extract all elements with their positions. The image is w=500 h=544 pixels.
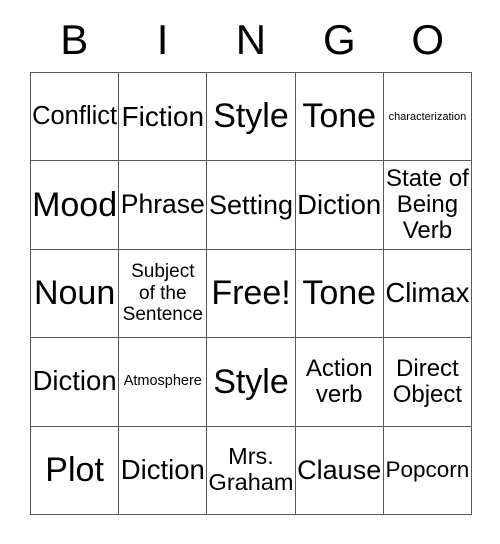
bingo-cell[interactable]: Plot — [31, 426, 120, 515]
bingo-header-letters: B I N G O — [30, 8, 472, 72]
bingo-cell-label: Style — [213, 362, 289, 401]
bingo-cell-label: Clause — [297, 455, 382, 486]
bingo-cell-label: Noun — [33, 274, 116, 313]
bingo-cell-label: Direct Object — [392, 354, 463, 408]
bingo-cell[interactable]: Tone — [295, 73, 384, 162]
header-letter-n: N — [235, 16, 267, 63]
bingo-cell[interactable]: Diction — [119, 426, 208, 515]
bingo-cell[interactable]: Mood — [31, 161, 120, 250]
header-letter-o: O — [411, 16, 445, 63]
bingo-cell-label: Mrs. Graham — [208, 443, 294, 496]
bingo-cell-label: Mood — [32, 185, 118, 224]
header-letter-i: I — [156, 16, 169, 63]
bingo-cell-label: Popcorn — [385, 457, 470, 483]
bingo-cell[interactable]: Subject of the Sentence — [119, 249, 208, 339]
bingo-cell[interactable]: Mrs. Graham — [207, 426, 296, 515]
bingo-cell[interactable]: Phrase — [119, 161, 208, 250]
bingo-cell-label: characterization — [388, 110, 467, 123]
bingo-cell-label: Climax — [385, 277, 470, 309]
bingo-cell[interactable]: Setting — [207, 161, 296, 250]
bingo-cell-label: Subject of the Sentence — [122, 260, 203, 326]
bingo-cell[interactable]: Clause — [295, 426, 384, 515]
bingo-cell-label: Tone — [302, 97, 377, 136]
bingo-cell-label: Diction — [120, 453, 205, 485]
bingo-cell-label: Atmosphere — [123, 372, 202, 389]
bingo-cell-free[interactable]: Free! — [207, 249, 296, 339]
bingo-cell-label: State of Being Verb — [386, 164, 469, 245]
bingo-cell[interactable]: Direct Object — [383, 338, 472, 427]
bingo-cell-label: Plot — [45, 450, 104, 489]
bingo-cell[interactable]: State of Being Verb — [383, 161, 472, 250]
bingo-cell[interactable]: Diction — [295, 161, 384, 250]
bingo-cell-label: Free! — [211, 274, 291, 313]
bingo-cell-label: Phrase — [120, 189, 205, 220]
bingo-grid: Conflict Fiction Style Tone characterization… — [30, 72, 472, 515]
bingo-cell-label: Conflict — [32, 102, 118, 131]
bingo-cell[interactable]: Conflict — [31, 73, 120, 162]
bingo-cell-label: Diction — [32, 365, 117, 397]
bingo-cell[interactable]: Style — [207, 338, 296, 427]
bingo-cell[interactable]: Action verb — [295, 338, 384, 427]
bingo-cell[interactable]: Fiction — [119, 73, 208, 162]
bingo-cell[interactable]: Climax — [383, 249, 472, 339]
bingo-cell[interactable]: Style — [207, 73, 296, 162]
bingo-cell-label: Style — [213, 97, 289, 136]
bingo-cell-label: Action verb — [305, 354, 373, 408]
bingo-cell[interactable]: Noun — [31, 249, 120, 339]
bingo-cell[interactable]: Diction — [31, 338, 120, 427]
header-letter-b: B — [60, 16, 89, 63]
bingo-cell-label: Fiction — [121, 101, 205, 132]
bingo-cell[interactable]: characterization — [383, 73, 472, 162]
bingo-cell[interactable]: Popcorn — [383, 426, 472, 515]
bingo-cell[interactable]: Atmosphere — [119, 338, 208, 427]
bingo-cell[interactable]: Tone — [295, 249, 384, 339]
header-letter-g: G — [323, 16, 356, 63]
bingo-cell-label: Diction — [297, 188, 382, 220]
bingo-card: B I N G O Conflict Fiction Style Tone charac… — [0, 0, 500, 544]
bingo-cell-label: Tone — [302, 274, 377, 313]
bingo-cell-label: Setting — [208, 189, 294, 220]
